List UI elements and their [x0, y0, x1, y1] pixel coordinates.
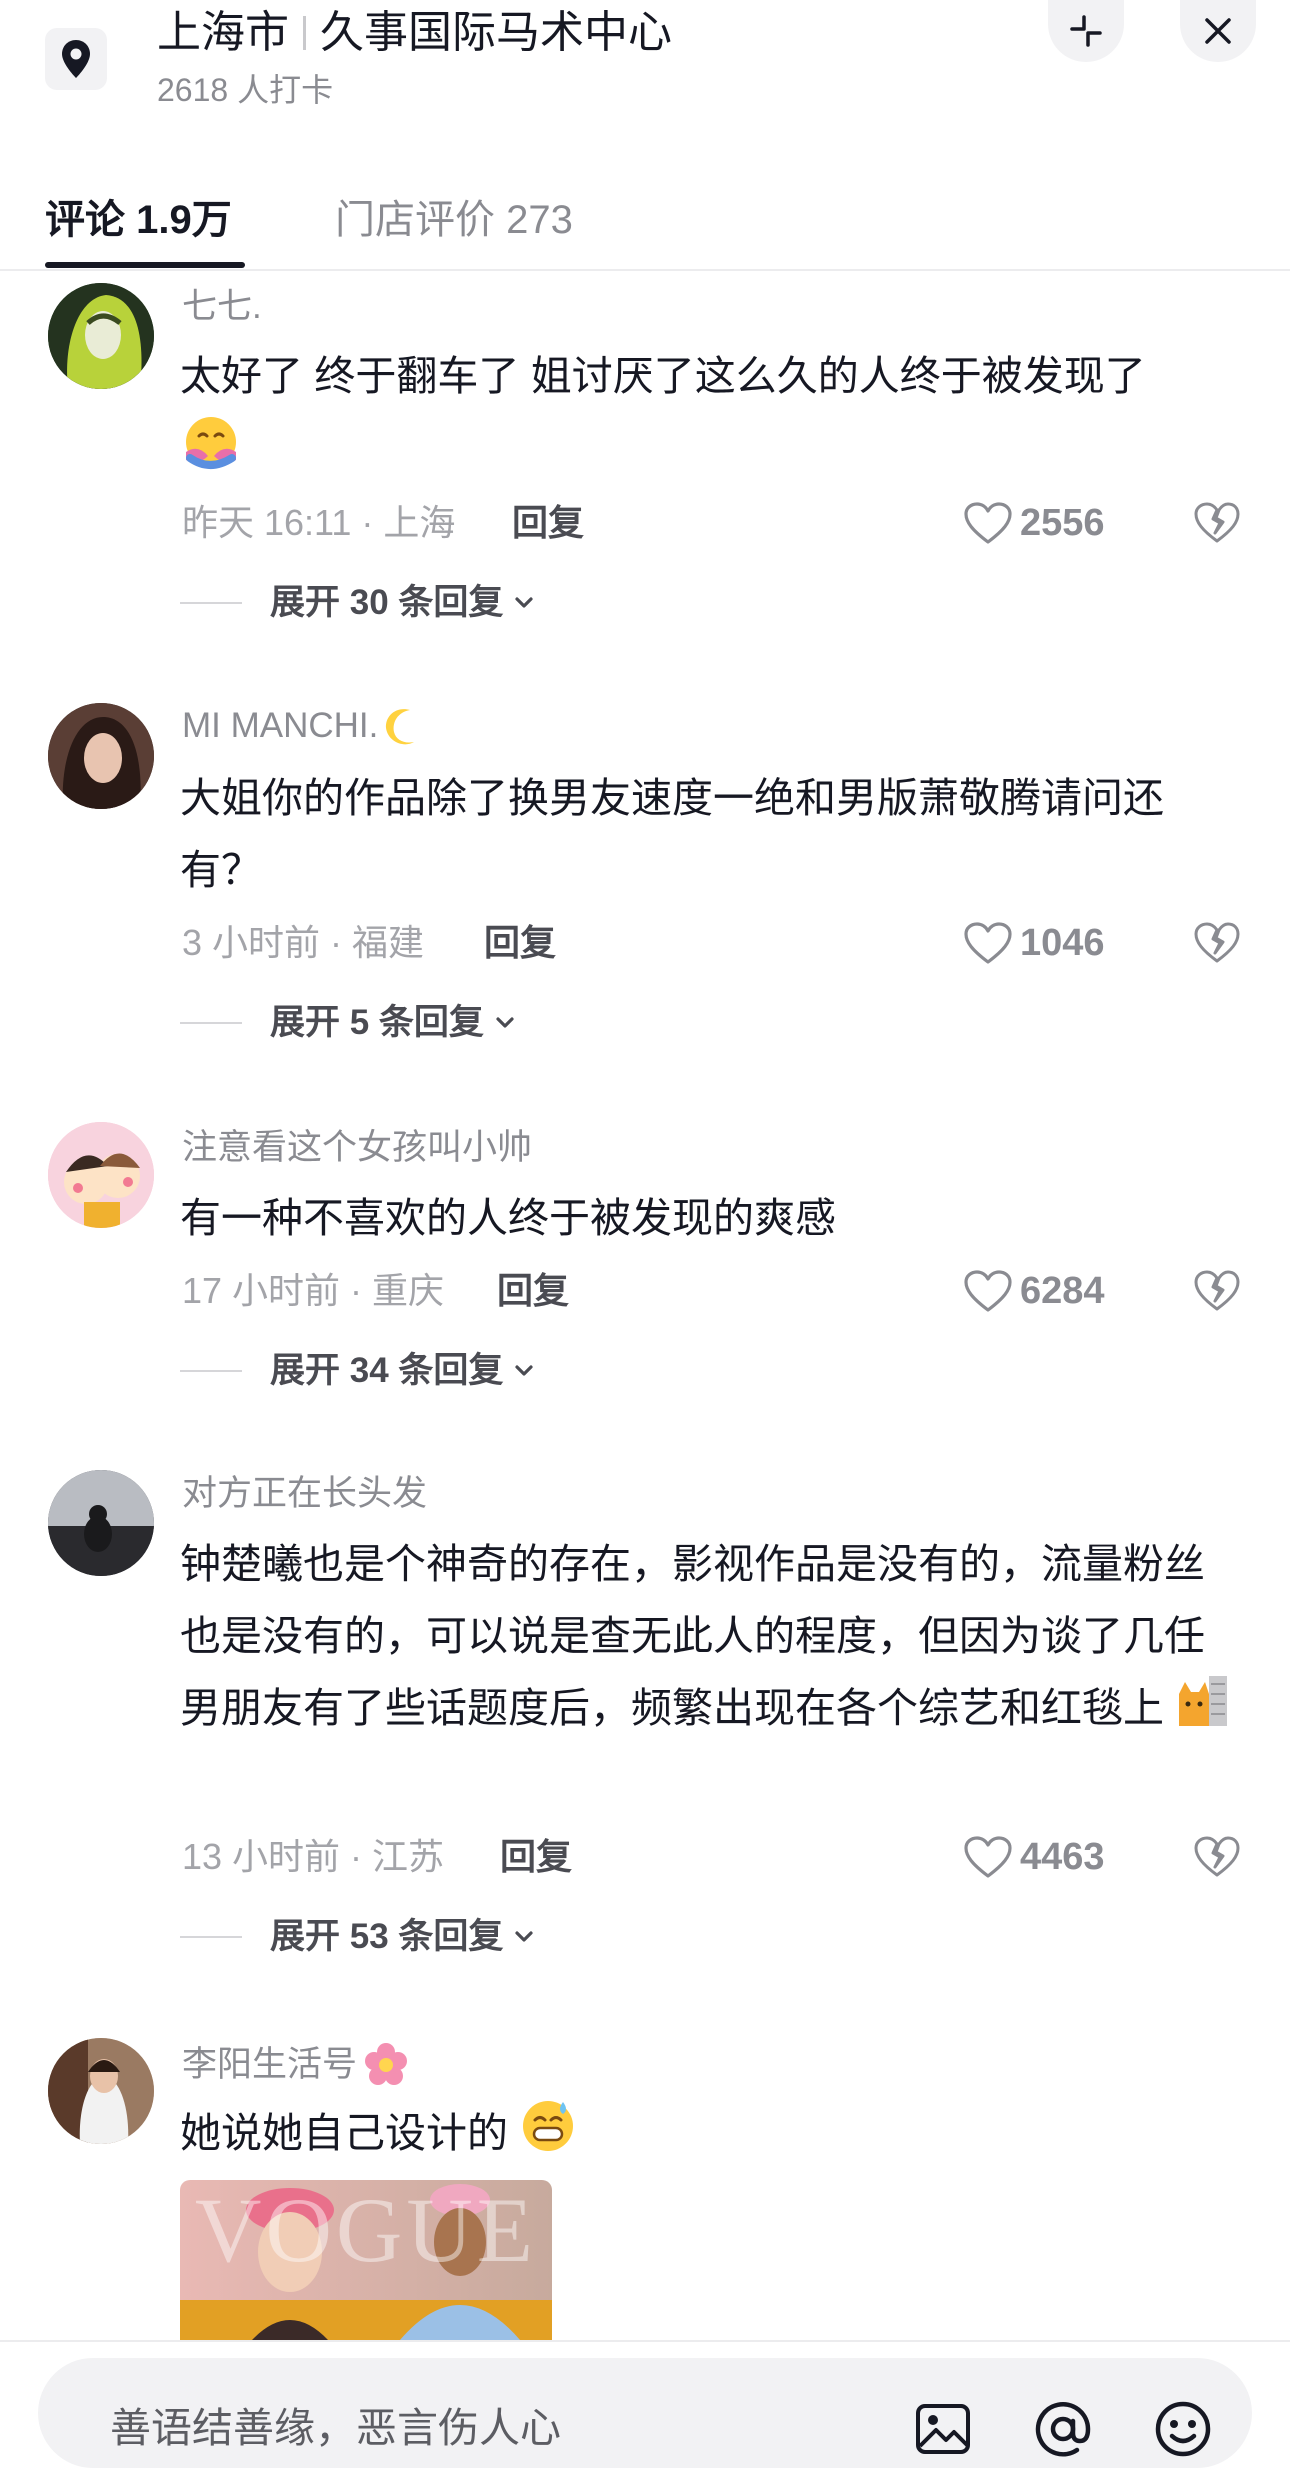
comment-input-placeholder: 善语结善缘，恶言伤人心 [110, 2405, 561, 2451]
broken-heart-icon [1194, 502, 1240, 543]
expand-replies[interactable]: 展开 34 条回复 [180, 1346, 539, 1396]
title-separator [303, 16, 306, 50]
image-button[interactable] [910, 2396, 976, 2462]
avatar[interactable] [48, 283, 154, 389]
location-title[interactable]: 上海市 久事国际马术中心 [157, 4, 672, 62]
like-count: 4463 [1020, 1836, 1105, 1878]
location-badge[interactable] [45, 28, 107, 90]
reply-button[interactable]: 回复 [512, 498, 584, 548]
magazine-title: VOGUE [195, 2180, 537, 2281]
checkin-count: 2618 人打卡 [157, 72, 334, 108]
expand-replies[interactable]: 展开 53 条回复 [180, 1912, 539, 1962]
comment-image[interactable]: VOGUE [180, 2180, 552, 2340]
comment-text: 她说她自己设计的 [180, 2096, 1240, 2176]
reply-button[interactable]: 回复 [500, 1832, 572, 1882]
active-tab-indicator [45, 262, 245, 268]
moon-emoji [386, 709, 415, 745]
dislike-button[interactable] [1192, 918, 1242, 968]
tabs-divider [0, 269, 1290, 271]
expand-replies[interactable]: 展开 30 条回复 [180, 578, 539, 628]
comment-time-location: 17 小时前 · 重庆 [182, 1270, 445, 1311]
chevron-down-icon [515, 1365, 533, 1376]
avatar[interactable] [48, 2038, 154, 2144]
avatar[interactable] [48, 1122, 154, 1228]
avatar[interactable] [48, 1470, 154, 1576]
broken-heart-icon [1194, 1270, 1240, 1311]
hug-emoji [180, 412, 242, 494]
expand-divider [180, 1022, 242, 1024]
comment-text: 太好了 终于翻车了 姐讨厌了这么久的人终于被发现了 [180, 340, 1240, 494]
comment-time-location: 3 小时前 · 福建 [182, 922, 425, 963]
close-icon [1205, 18, 1231, 44]
expand-replies-label: 展开 53 条回复 [270, 1917, 504, 1956]
emoji-button[interactable] [1150, 2396, 1216, 2462]
comment-text: 有一种不喜欢的人终于被发现的爽感 [180, 1195, 836, 1241]
chevron-down-icon [515, 597, 533, 608]
comment-username: MI MANCHI. [182, 706, 379, 745]
chevron-down-icon [515, 1931, 533, 1942]
comment-time-location: 13 小时前 · 江苏 [182, 1836, 445, 1877]
cat-peek-emoji [1175, 1672, 1229, 1750]
grin-sweat-emoji [519, 2096, 577, 2176]
comment-time-location: 昨天 16:11 · 上海 [182, 502, 456, 543]
heart-icon [964, 1836, 1012, 1878]
comment-body: 她说她自己设计的 [180, 2109, 508, 2156]
avatar[interactable] [48, 703, 154, 809]
tab-store-reviews[interactable]: 门店评价 273 [335, 185, 573, 255]
reply-button[interactable]: 回复 [497, 1266, 569, 1316]
broken-heart-icon [1194, 1836, 1240, 1877]
comment-username: 李阳生活号 [182, 2045, 358, 2084]
reply-button[interactable]: 回复 [484, 918, 556, 968]
expand-replies-label: 展开 30 条回复 [270, 583, 504, 622]
mention-button[interactable] [1030, 2396, 1096, 2462]
comment-text: 大姐你的作品除了换男友速度一绝和男版萧敬腾请问还有？ [180, 775, 1164, 893]
chevron-down-icon [496, 1017, 514, 1028]
like-button[interactable]: 1046 [962, 918, 1105, 968]
comment-username[interactable]: 对方正在长头发 [182, 1471, 427, 1517]
expand-replies-label: 展开 5 条回复 [270, 1003, 484, 1042]
city-name: 上海市 [157, 8, 289, 57]
comment-username-row[interactable]: 李阳生活号 [182, 2040, 411, 2090]
broken-heart-icon [1194, 922, 1240, 963]
dislike-button[interactable] [1192, 1266, 1242, 1316]
close-button[interactable] [1180, 0, 1256, 62]
comment-username[interactable]: 注意看这个女孩叫小帅 [182, 1125, 532, 1171]
location-pin-icon [62, 40, 90, 78]
heart-icon [964, 922, 1012, 964]
collapse-button[interactable] [1048, 0, 1124, 62]
at-icon [1035, 2402, 1091, 2457]
comment-body: 钟楚曦也是个神奇的存在，影视作品是没有的，流量粉丝也是没有的，可以说是查无此人的… [180, 1541, 1205, 1731]
expand-replies[interactable]: 展开 5 条回复 [180, 998, 520, 1048]
comment-body: 太好了 终于翻车了 姐讨厌了这么久的人终于被发现了 [180, 353, 1146, 399]
comment-username-row[interactable]: MI MANCHI. [182, 703, 424, 749]
comment-text: 钟楚曦也是个神奇的存在，影视作品是没有的，流量粉丝也是没有的，可以说是查无此人的… [180, 1528, 1240, 1750]
emoji-face-icon [1155, 2401, 1211, 2457]
like-button[interactable]: 6284 [962, 1266, 1105, 1316]
expand-replies-label: 展开 34 条回复 [270, 1351, 504, 1390]
like-button[interactable]: 4463 [962, 1832, 1105, 1882]
expand-divider [180, 602, 242, 604]
image-icon [916, 2404, 970, 2454]
like-count: 6284 [1020, 1270, 1105, 1312]
like-count: 1046 [1020, 922, 1105, 964]
collapse-icon [1070, 15, 1102, 47]
expand-divider [180, 1936, 242, 1938]
dislike-button[interactable] [1192, 1832, 1242, 1882]
comment-username[interactable]: 七七. [182, 284, 262, 330]
like-count: 2556 [1020, 502, 1105, 544]
tab-bar: 评论 1.9万 门店评价 273 [0, 170, 1290, 270]
comment-input[interactable]: 善语结善缘，恶言伤人心 [38, 2358, 1252, 2468]
dislike-button[interactable] [1192, 498, 1242, 548]
place-name: 久事国际马术中心 [320, 8, 672, 57]
heart-icon [964, 502, 1012, 544]
expand-divider [180, 1370, 242, 1372]
tab-comments[interactable]: 评论 1.9万 [45, 185, 232, 255]
heart-icon [964, 1270, 1012, 1312]
comment-input-bar: 善语结善缘，恶言伤人心 [0, 2340, 1290, 2468]
like-button[interactable]: 2556 [962, 498, 1105, 548]
flower-emoji [365, 2043, 408, 2085]
